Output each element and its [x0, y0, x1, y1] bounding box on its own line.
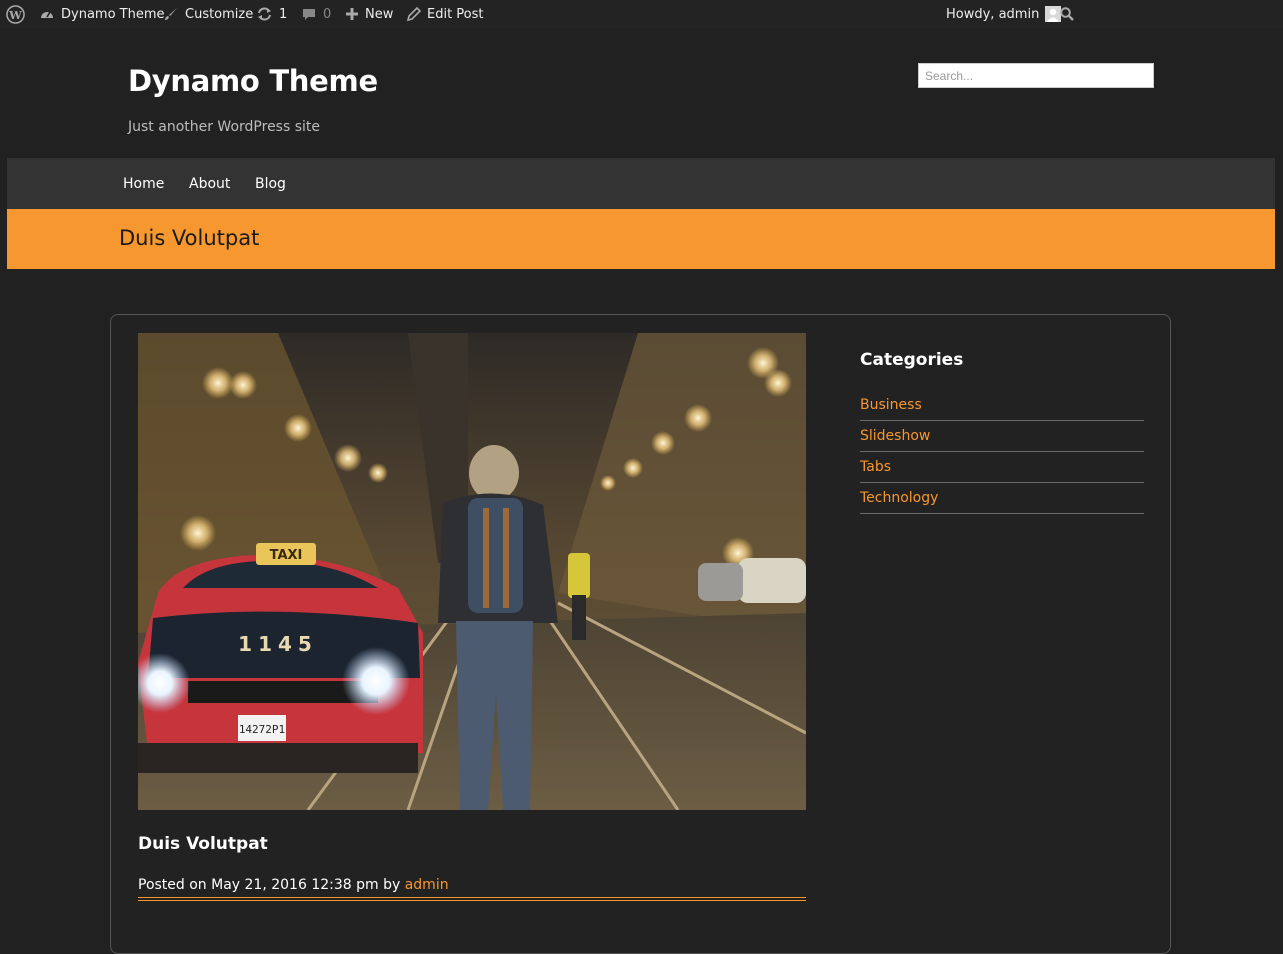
posted-on-text: Posted on May 21, 2016 12:38 pm by: [138, 877, 401, 893]
site-title[interactable]: Dynamo Theme: [128, 64, 378, 98]
customize-link[interactable]: Customize: [163, 0, 253, 28]
nav-item-about[interactable]: About: [189, 158, 230, 209]
list-item: Tabs: [860, 452, 1144, 483]
nav-item-blog[interactable]: Blog: [255, 158, 286, 209]
dashboard-icon: [41, 11, 53, 18]
customize-label: Customize: [185, 6, 254, 22]
comment-icon: [303, 9, 315, 20]
edit-post-label: Edit Post: [427, 6, 484, 22]
list-item: Business: [860, 390, 1144, 421]
category-link-business[interactable]: Business: [860, 397, 922, 413]
site-name-label: Dynamo Theme: [61, 6, 165, 22]
post-divider: [138, 897, 806, 898]
categories-list: Business Slideshow Tabs Technology: [860, 390, 1144, 514]
svg-text:1145: 1145: [238, 632, 318, 656]
edit-post-link[interactable]: Edit Post: [406, 0, 484, 28]
my-account-menu[interactable]: Howdy, admin: [946, 0, 1062, 28]
nav-item-home[interactable]: Home: [123, 158, 164, 209]
search-icon[interactable]: [1059, 0, 1075, 28]
updates-icon: [258, 7, 271, 21]
post-featured-image[interactable]: TAXI 1145 14272P1: [138, 333, 806, 810]
wordpress-logo-icon[interactable]: W: [6, 0, 25, 28]
category-link-slideshow[interactable]: Slideshow: [860, 428, 930, 444]
howdy-label: Howdy, admin: [946, 6, 1040, 22]
author-link[interactable]: admin: [405, 877, 449, 893]
categories-widget-title: Categories: [860, 350, 964, 370]
comments-count: 0: [323, 6, 332, 22]
new-content-link[interactable]: New: [345, 0, 393, 28]
updates-count: 1: [279, 6, 288, 22]
site-tagline: Just another WordPress site: [128, 119, 321, 135]
post-divider-secondary: [138, 900, 806, 901]
svg-text:TAXI: TAXI: [270, 548, 303, 563]
site-name-menu[interactable]: Dynamo Theme: [39, 0, 165, 28]
street-night-photo: TAXI 1145 14272P1: [138, 333, 806, 810]
post-title[interactable]: Duis Volutpat: [138, 834, 268, 854]
category-link-technology[interactable]: Technology: [860, 490, 938, 506]
pencil-icon: [406, 6, 421, 21]
updates-link[interactable]: 1: [256, 0, 287, 28]
list-item: Technology: [860, 483, 1144, 514]
plus-icon: [346, 8, 358, 20]
brush-icon: [165, 8, 177, 20]
svg-text:W: W: [8, 7, 22, 21]
admin-bar: W Dynamo Theme Customize 1 0 New Edit Po…: [0, 0, 1283, 28]
list-item: Slideshow: [860, 421, 1144, 452]
page-title: Duis Volutpat: [119, 226, 260, 250]
search-input[interactable]: [918, 63, 1154, 88]
svg-text:14272P1: 14272P1: [239, 723, 285, 736]
page-title-band: Duis Volutpat: [7, 209, 1275, 269]
post-meta: Posted on May 21, 2016 12:38 pm by admin: [138, 877, 449, 893]
main-navigation: Home About Blog: [7, 158, 1275, 209]
new-label: New: [365, 6, 394, 22]
comments-link[interactable]: 0: [301, 0, 331, 28]
category-link-tabs[interactable]: Tabs: [860, 459, 891, 475]
